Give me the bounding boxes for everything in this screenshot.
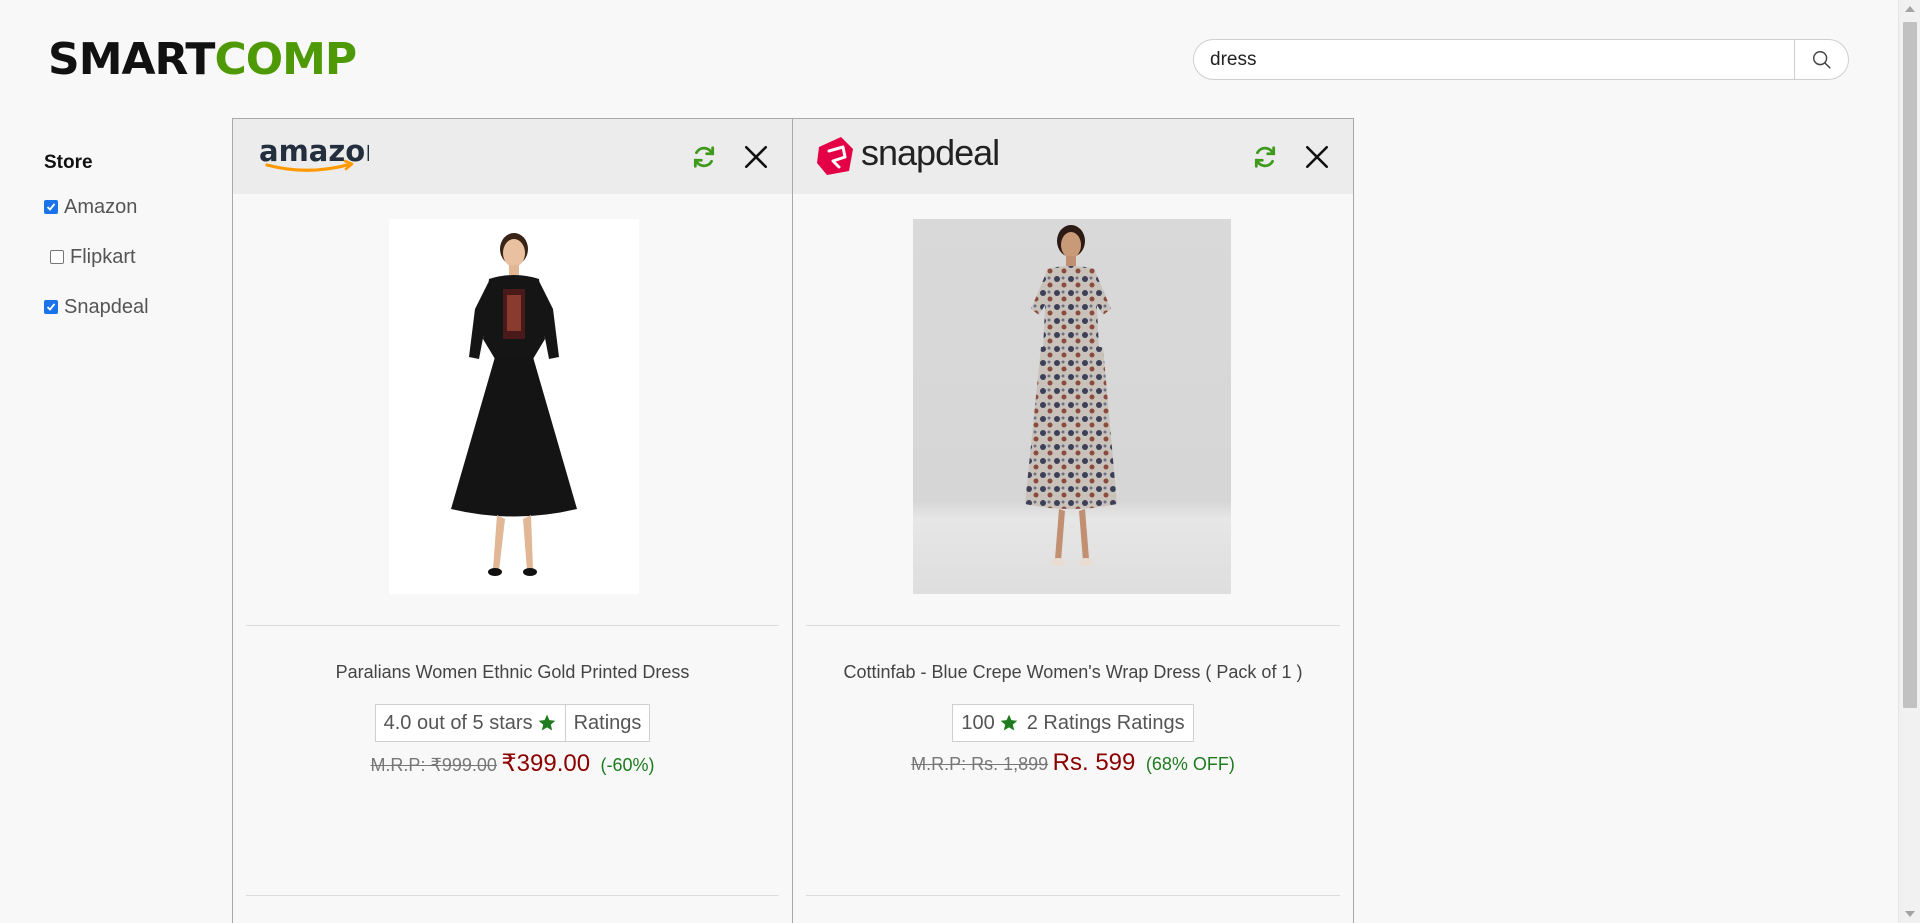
product-title[interactable]: Paralians Women Ethnic Gold Printed Dres… bbox=[233, 662, 792, 683]
smartcomp-logo[interactable]: SMARTCOMP bbox=[48, 34, 357, 85]
store-option-snapdeal[interactable]: Snapdeal bbox=[44, 294, 224, 320]
scroll-up-arrow-icon[interactable] bbox=[1905, 6, 1915, 12]
checkbox-amazon[interactable] bbox=[44, 200, 58, 214]
rating-count: 2 Ratings Ratings bbox=[1026, 711, 1185, 734]
mrp-price: M.R.P: Rs. 1,899 bbox=[911, 754, 1049, 774]
panel-header: amazon bbox=[233, 119, 792, 194]
store-filter-heading: Store bbox=[44, 152, 93, 173]
rating-value: 4.0 out of 5 stars bbox=[383, 711, 533, 734]
store-option-label: Amazon bbox=[64, 195, 138, 218]
divider bbox=[806, 625, 1340, 626]
rating-box: 4.0 out of 5 stars Ratings bbox=[374, 704, 651, 742]
store-filter: Store Amazon Flipkart Snapdeal bbox=[44, 152, 224, 344]
rating-count: Ratings bbox=[564, 705, 650, 741]
panel-header: snapdeal bbox=[793, 119, 1353, 194]
rating-row: 4.0 out of 5 stars Ratings bbox=[233, 704, 792, 742]
comparison-panels: amazon bbox=[232, 118, 1354, 923]
checkbox-snapdeal[interactable] bbox=[44, 300, 58, 314]
svg-text:snapdeal: snapdeal bbox=[861, 135, 999, 173]
refresh-icon[interactable] bbox=[691, 144, 717, 170]
rating-value: 100 bbox=[961, 711, 995, 734]
search-bar bbox=[1193, 39, 1849, 80]
sale-price: Rs. 599 bbox=[1052, 749, 1136, 776]
store-option-amazon[interactable]: Amazon bbox=[44, 194, 224, 220]
sale-price: ₹399.00 bbox=[501, 750, 591, 777]
search-button[interactable] bbox=[1794, 40, 1848, 79]
store-option-flipkart[interactable]: Flipkart bbox=[44, 244, 224, 270]
divider bbox=[246, 625, 779, 626]
close-icon[interactable] bbox=[1304, 144, 1330, 170]
page-scrollbar[interactable] bbox=[1898, 0, 1920, 923]
scrollbar-thumb[interactable] bbox=[1903, 22, 1917, 708]
close-icon[interactable] bbox=[743, 144, 769, 170]
checkbox-flipkart[interactable] bbox=[50, 250, 64, 264]
divider bbox=[806, 895, 1340, 896]
star-icon bbox=[999, 713, 1027, 733]
store-panel-amazon: amazon bbox=[232, 118, 793, 923]
product-image[interactable] bbox=[389, 219, 639, 594]
rating-row: 100 2 Ratings Ratings bbox=[793, 704, 1353, 742]
product-image[interactable] bbox=[913, 219, 1231, 594]
header: SMARTCOMP bbox=[0, 0, 1898, 118]
logo-part-comp: COMP bbox=[214, 34, 357, 85]
search-input[interactable] bbox=[1194, 40, 1794, 79]
logo-part-smart: SMART bbox=[48, 34, 215, 85]
mrp-price: M.R.P: ₹999.00 bbox=[370, 755, 497, 775]
scroll-down-arrow-icon[interactable] bbox=[1905, 911, 1915, 917]
product-title[interactable]: Cottinfab - Blue Crepe Women's Wrap Dres… bbox=[793, 662, 1353, 683]
store-option-label: Snapdeal bbox=[64, 295, 149, 318]
store-option-label: Flipkart bbox=[70, 245, 136, 268]
discount-badge: (68% OFF) bbox=[1145, 754, 1235, 774]
divider bbox=[246, 895, 779, 896]
snapdeal-logo: snapdeal bbox=[817, 135, 1000, 175]
price-row: M.R.P: ₹999.00 ₹399.00 (-60%) bbox=[233, 749, 792, 778]
discount-badge: (-60%) bbox=[600, 755, 655, 775]
amazon-logo: amazon bbox=[259, 134, 369, 172]
refresh-icon[interactable] bbox=[1252, 144, 1278, 170]
rating-box: 100 2 Ratings Ratings bbox=[952, 704, 1194, 742]
search-icon bbox=[1812, 50, 1831, 69]
price-row: M.R.P: Rs. 1,899 Rs. 599 (68% OFF) bbox=[793, 749, 1353, 777]
store-panel-snapdeal: snapdeal Cottinfab - Blue Crepe Women's … bbox=[793, 118, 1354, 923]
star-icon bbox=[537, 713, 565, 733]
